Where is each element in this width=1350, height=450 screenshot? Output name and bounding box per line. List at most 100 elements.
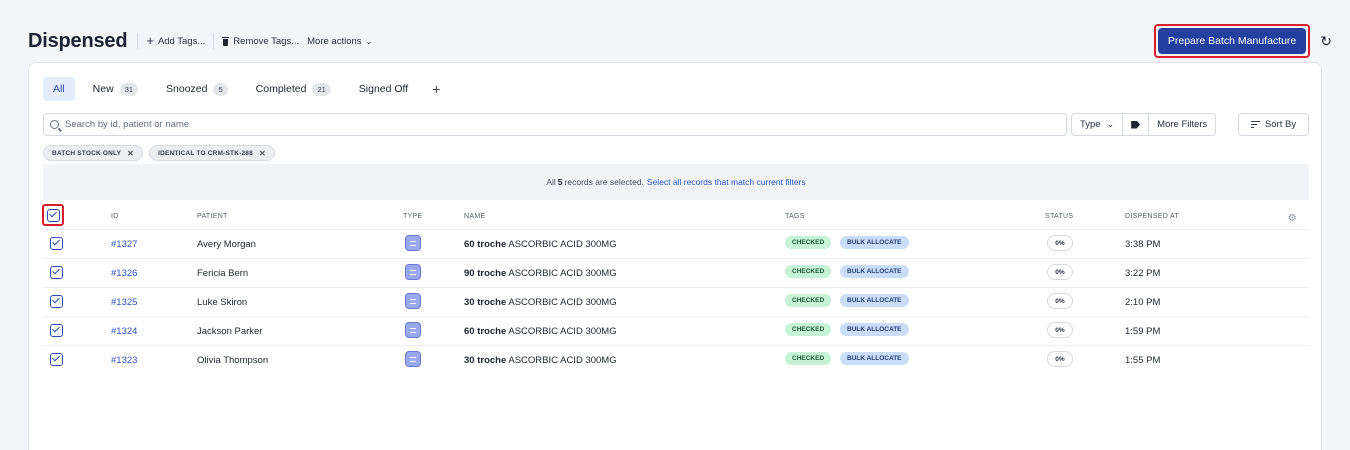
close-icon[interactable]: ✕: [127, 149, 134, 158]
banner-prefix: All: [546, 177, 556, 187]
row-checkbox[interactable]: [50, 353, 63, 366]
refresh-icon[interactable]: ↻: [1320, 33, 1332, 50]
row-checkbox[interactable]: [50, 237, 63, 250]
close-icon[interactable]: ✕: [259, 149, 266, 158]
table-row[interactable]: #1326 Fericia Bern 90 troche ASCORBIC AC…: [43, 258, 1309, 286]
add-tags-button[interactable]: + Add Tags...: [146, 34, 206, 47]
tag-checked: CHECKED: [785, 352, 832, 365]
tab-count-badge: 31: [119, 82, 139, 96]
quantity: 30 troche: [464, 297, 507, 308]
row-checkbox[interactable]: [50, 324, 63, 337]
chevron-down-icon: ⌄: [1106, 119, 1115, 129]
row-checkbox[interactable]: [50, 295, 63, 308]
search-box: [43, 113, 1067, 136]
dispensed-time: 1:59 PM: [1125, 326, 1161, 337]
prepare-batch-manufacture-button[interactable]: Prepare Batch Manufacture: [1157, 28, 1307, 54]
tab-completed[interactable]: Completed 21: [246, 77, 341, 101]
chip-label: IDENTICAL TO CRM-STK-288: [158, 149, 253, 157]
tag-checked: CHECKED: [785, 323, 832, 336]
troche-type-icon: [405, 351, 421, 367]
patient-name: Jackson Parker: [197, 326, 263, 337]
status-badge: 0%: [1047, 264, 1073, 280]
gear-icon[interactable]: ⚙: [1288, 213, 1297, 224]
status-badge: 0%: [1047, 351, 1073, 367]
tab-label: Snoozed: [166, 83, 208, 95]
troche-type-icon: [405, 322, 421, 338]
column-header-patient[interactable]: PATIENT: [197, 213, 228, 220]
drug-name: ASCORBIC ACID 300MG: [508, 326, 617, 337]
table-row[interactable]: #1324 Jackson Parker 60 troche ASCORBIC …: [43, 316, 1309, 344]
tab-new[interactable]: New 31: [83, 77, 148, 101]
tag-bulk-allocate: BULK ALLOCATE: [840, 294, 909, 307]
column-header-tags[interactable]: TAGS: [785, 213, 805, 220]
drug-name: ASCORBIC ACID 300MG: [508, 239, 617, 250]
table-row[interactable]: #1325 Luke Skiron 30 troche ASCORBIC ACI…: [43, 287, 1309, 315]
tag-checked: CHECKED: [785, 294, 832, 307]
troche-type-icon: [405, 264, 421, 280]
patient-name: Fericia Bern: [197, 268, 249, 279]
trash-icon: [222, 36, 230, 46]
status-badge: 0%: [1047, 293, 1073, 309]
record-id-link[interactable]: #1326: [111, 268, 137, 279]
record-id-link[interactable]: #1324: [111, 326, 137, 337]
select-all-matching-link[interactable]: Select all records that match current fi…: [647, 177, 806, 187]
chevron-down-icon: ⌄: [365, 36, 373, 46]
column-header-status[interactable]: STATUS: [1045, 213, 1073, 220]
quantity: 60 troche: [464, 326, 507, 337]
add-tab-icon[interactable]: +: [426, 81, 446, 97]
search-input[interactable]: [65, 119, 965, 130]
select-all-checkbox[interactable]: [46, 208, 60, 222]
record-id-link[interactable]: #1325: [111, 297, 137, 308]
patient-name: Luke Skiron: [197, 297, 248, 308]
tag-filter-button[interactable]: [1123, 114, 1150, 135]
tab-label: Completed: [255, 83, 307, 95]
dispensed-time: 3:22 PM: [1125, 268, 1161, 279]
filter-chip: BATCH STOCK ONLY ✕: [43, 145, 144, 161]
divider: [213, 33, 215, 49]
patient-name: Olivia Thompson: [197, 355, 269, 366]
column-header-type[interactable]: TYPE: [403, 213, 422, 220]
tag-bulk-allocate: BULK ALLOCATE: [840, 265, 909, 278]
medication-name: 90 troche ASCORBIC ACID 300MG: [464, 268, 617, 279]
status-badge: 0%: [1047, 235, 1073, 251]
tab-bar: All New 31 Snoozed 5 Completed 21 Signed…: [43, 77, 446, 101]
record-id-link[interactable]: #1323: [111, 355, 137, 366]
quantity: 60 troche: [464, 239, 507, 250]
remove-tags-button[interactable]: Remove Tags...: [222, 36, 299, 47]
selection-banner: All 5 records are selected. Select all r…: [43, 164, 1309, 200]
drug-name: ASCORBIC ACID 300MG: [508, 355, 617, 366]
sort-icon: [1250, 121, 1260, 129]
row-checkbox[interactable]: [50, 266, 63, 279]
type-filter-button[interactable]: Type ⌄: [1072, 114, 1124, 135]
active-filter-chips: BATCH STOCK ONLY ✕ IDENTICAL TO CRM-STK-…: [43, 145, 275, 161]
tab-snoozed[interactable]: Snoozed 5: [156, 77, 238, 101]
column-header-id[interactable]: ID: [111, 213, 119, 220]
more-filters-button[interactable]: More Filters: [1149, 114, 1215, 135]
patient-name: Avery Morgan: [197, 239, 256, 250]
tab-count-badge: 21: [312, 82, 331, 96]
column-header-name[interactable]: NAME: [464, 213, 485, 220]
type-filter-label: Type: [1080, 119, 1101, 130]
drug-name: ASCORBIC ACID 300MG: [508, 268, 617, 279]
sort-by-button[interactable]: Sort By: [1238, 113, 1309, 136]
status-badge: 0%: [1047, 322, 1073, 338]
dispensed-time: 2:10 PM: [1125, 297, 1161, 308]
select-all-highlight: [42, 204, 64, 226]
column-header-dispensed-at[interactable]: DISPENSED AT: [1125, 213, 1179, 220]
remove-tags-label: Remove Tags...: [233, 35, 300, 47]
table-row[interactable]: #1323 Olivia Thompson 30 troche ASCORBIC…: [43, 345, 1309, 373]
tab-all[interactable]: All: [43, 77, 75, 101]
banner-count: 5: [557, 177, 563, 187]
more-actions-button[interactable]: More actions ⌄: [307, 36, 372, 47]
banner-suffix: records are selected.: [564, 177, 644, 187]
medication-name: 30 troche ASCORBIC ACID 300MG: [464, 355, 617, 366]
record-id-link[interactable]: #1327: [111, 239, 137, 250]
chip-label: BATCH STOCK ONLY: [52, 149, 122, 157]
sort-by-label: Sort By: [1264, 119, 1297, 130]
table-row[interactable]: #1327 Avery Morgan 60 troche ASCORBIC AC…: [43, 229, 1309, 257]
tag-bulk-allocate: BULK ALLOCATE: [840, 352, 909, 365]
more-actions-label: More actions: [307, 35, 362, 47]
add-tags-label: Add Tags...: [157, 35, 206, 47]
medication-name: 60 troche ASCORBIC ACID 300MG: [464, 239, 617, 250]
tab-signed-off[interactable]: Signed Off: [349, 77, 418, 101]
